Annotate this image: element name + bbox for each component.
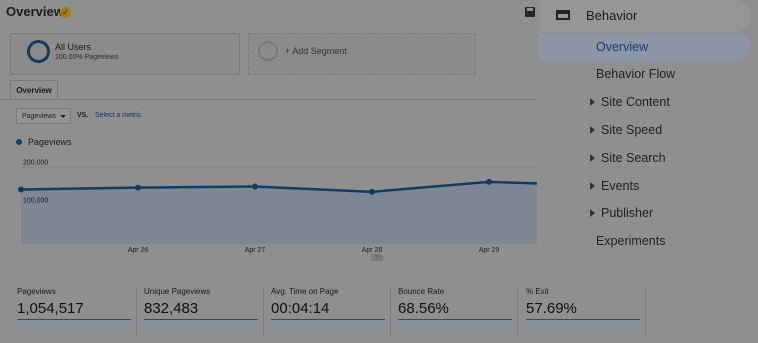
tab-divider — [0, 99, 537, 100]
data-point[interactable] — [135, 184, 141, 191]
behavior-icon — [556, 10, 570, 20]
x-tick-label: Apr 26 — [128, 247, 149, 254]
metric-sparkline — [398, 317, 512, 329]
pageviews-chart: 200,000 100,000 Apr 26 Apr 27 Apr 28 Apr 29 — [18, 159, 537, 254]
empty-segment-icon — [258, 41, 278, 61]
data-point[interactable] — [486, 178, 492, 185]
nav-section-title: Behavior — [586, 8, 638, 23]
metric-sparkline — [17, 317, 131, 329]
data-point[interactable] — [252, 183, 258, 190]
metric-value: 1,054,517 — [17, 300, 84, 317]
metric-label: Avg. Time on Page — [271, 287, 339, 296]
chevron-right-icon — [590, 126, 595, 134]
data-point[interactable] — [18, 186, 24, 193]
nav-item-experiments[interactable]: Experiments — [596, 234, 665, 248]
add-segment-button[interactable] — [248, 33, 476, 75]
segment-ring-icon — [27, 40, 50, 63]
nav-item-site-speed[interactable]: Site Speed — [601, 123, 662, 137]
x-tick-label: Apr 27 — [245, 247, 266, 254]
metric-value: 68.56% — [398, 300, 449, 317]
save-icon[interactable] — [525, 7, 535, 17]
tab-overview[interactable]: Overview — [10, 80, 58, 99]
page-title: Overview — [6, 4, 64, 19]
metric-divider — [263, 288, 264, 336]
nav-section-header[interactable] — [539, 0, 750, 32]
metric-label: Unique Pageviews — [144, 287, 211, 296]
x-tick-label: Apr 29 — [479, 247, 500, 254]
metric-label: Bounce Rate — [398, 287, 445, 296]
y-tick-label: 100,000 — [23, 198, 48, 205]
data-point[interactable] — [369, 188, 375, 195]
metric-value: 00:04:14 — [271, 300, 330, 317]
metric-select[interactable]: Pageviews — [16, 108, 71, 124]
metric-label: % Exit — [526, 287, 549, 296]
metric-divider — [136, 288, 137, 336]
metric-divider — [390, 288, 391, 336]
verified-badge-icon: ✓ — [60, 7, 71, 18]
vs-label: VS. — [77, 112, 89, 119]
metric-value: 57.69% — [526, 300, 577, 317]
metric-sparkline — [526, 317, 640, 329]
metric-divider — [645, 288, 646, 336]
chevron-right-icon — [590, 154, 595, 162]
chart-resize-handle[interactable]: ═ — [371, 254, 383, 261]
segment-title: All Users — [55, 42, 92, 52]
nav-item-behavior-flow[interactable]: Behavior Flow — [596, 67, 675, 81]
metric-sparkline — [144, 317, 258, 329]
segment-subtitle: 100.00% Pageviews — [55, 54, 119, 61]
metric-divider — [517, 288, 518, 336]
y-tick-label: 200,000 — [23, 159, 48, 166]
nav-item-overview[interactable]: Overview — [596, 40, 648, 54]
nav-item-publisher[interactable]: Publisher — [601, 206, 653, 220]
add-segment-label: + Add Segment — [285, 46, 347, 56]
legend-label: Pageviews — [28, 137, 72, 147]
chevron-right-icon — [590, 182, 595, 190]
nav-item-site-content[interactable]: Site Content — [601, 95, 670, 109]
metric-sparkline — [271, 317, 385, 329]
series-area-pageviews — [21, 181, 537, 244]
select-metric-link[interactable]: Select a metric — [95, 112, 141, 119]
nav-item-events[interactable]: Events — [601, 179, 639, 193]
metric-value: 832,483 — [144, 300, 199, 317]
x-tick-label: Apr 28 — [362, 247, 383, 254]
chevron-right-icon — [590, 209, 595, 217]
metric-label: Pageviews — [17, 287, 56, 296]
nav-item-site-search[interactable]: Site Search — [601, 151, 666, 165]
chevron-right-icon — [590, 98, 595, 106]
legend-dot — [16, 139, 22, 145]
